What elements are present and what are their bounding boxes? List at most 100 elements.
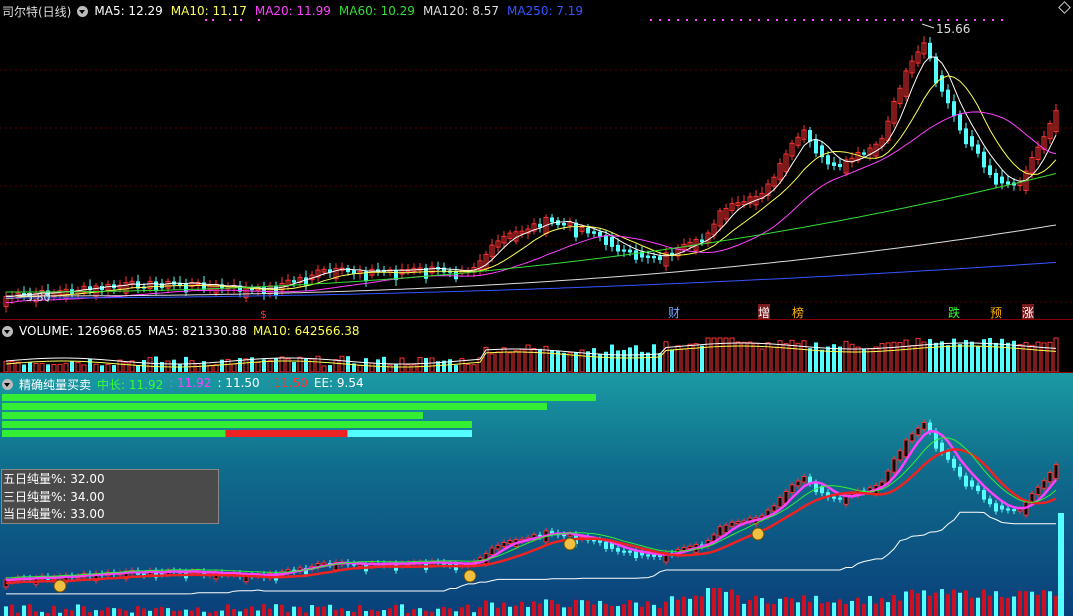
ind-volume-bar <box>484 600 488 616</box>
event-tag-0[interactable]: 财 <box>668 304 681 319</box>
candle-down <box>928 42 932 59</box>
event-tag-2[interactable]: 榜 <box>792 304 805 319</box>
three-day-stat: 三日纯量%: 34.00 <box>3 489 105 504</box>
ind-volume-bar <box>190 610 194 616</box>
event-tag-4[interactable]: 预 <box>990 304 1003 319</box>
ind-volume-bar <box>238 611 242 616</box>
vol-bar-up <box>75 362 81 372</box>
ind-volume-bar <box>994 591 998 616</box>
vol-bar-down <box>328 365 332 372</box>
dot-mark-27 <box>893 19 895 21</box>
ind-candle-up <box>723 524 729 534</box>
ind-candle-up <box>795 480 801 487</box>
ind-volume-bar <box>982 589 986 616</box>
ind-volume-bar <box>634 602 638 616</box>
vol-bar-up <box>495 351 501 372</box>
vol-bar-down <box>976 346 980 372</box>
ind-volume-bar <box>1048 591 1052 616</box>
ind-volume-bar <box>226 604 230 616</box>
vol-bar-down <box>820 349 824 372</box>
ind-volume-bar <box>898 600 902 616</box>
ind-volume-bar <box>196 607 200 616</box>
ind-volume-bar <box>160 606 164 616</box>
vol-bar-up <box>93 363 99 372</box>
price-chart-pane[interactable]: 15.66 5.80 $ 司尔特(日线) MA5: 12.29 MA10: 11.17… <box>0 0 1073 320</box>
ind-volume-bar <box>304 612 308 616</box>
indicator-pane[interactable]: 精确纯量买卖 中长: 11.92: 11.92: 11.50: 11.50 EE:… <box>0 373 1073 616</box>
ind-volume-bar <box>148 610 152 616</box>
ind-volume-bar <box>922 590 926 616</box>
ind-volume-bar <box>826 602 830 616</box>
candle-down <box>586 227 590 234</box>
ind-candle-down <box>994 503 998 512</box>
ind-volume-bar <box>700 596 704 616</box>
dot-mark-15 <box>785 19 787 21</box>
vol-bar-down <box>622 349 626 372</box>
ind-candle-up <box>507 540 513 545</box>
candle-down <box>946 89 950 104</box>
ind-volume-bar <box>250 606 254 616</box>
ind-candle-up <box>1035 486 1041 496</box>
dot-mark-39 <box>1001 19 1003 21</box>
vol-bar-up <box>489 353 495 372</box>
vol-bar-down <box>88 359 92 372</box>
ma-legend: MA5: 12.29 MA10: 11.17 MA20: 11.99 MA60: 10… <box>94 4 583 18</box>
dot-mark-left-0 <box>205 19 207 21</box>
event-tag-5[interactable]: 涨 <box>1022 304 1035 319</box>
volume-pane[interactable]: VOLUME: 126968.65 MA5: 821330.88 MA10: 6… <box>0 320 1073 373</box>
ind-candle-down <box>814 482 818 493</box>
ind-volume-bar <box>574 599 578 616</box>
dot-mark-13 <box>767 19 769 21</box>
ind-volume-bar <box>958 592 962 616</box>
ind-volume-bar <box>670 596 674 616</box>
ind-volume-bar <box>658 607 662 616</box>
ind-candle-up <box>903 439 909 458</box>
event-tag-3[interactable]: 跌 <box>948 304 961 319</box>
green-bar-4 <box>2 421 472 428</box>
dot-mark-0 <box>650 19 652 21</box>
ind-volume-bar <box>778 598 782 616</box>
ind-volume-bar <box>1000 597 1004 616</box>
dot-mark-5 <box>695 19 697 21</box>
candle-down <box>652 255 656 259</box>
ind-volume-bar <box>28 604 32 616</box>
candle-down <box>982 151 986 168</box>
ind-volume-bar <box>286 611 290 616</box>
ind-volume-bar <box>838 599 842 616</box>
vol-bar-down <box>70 361 74 372</box>
ind-volume-bar <box>640 606 644 616</box>
volume-ma10: MA10: 642566.38 <box>252 324 360 338</box>
ind-volume-bar <box>946 594 950 616</box>
vol-bar-up <box>39 363 45 372</box>
green-bar-2 <box>2 403 547 410</box>
dropdown-circle-icon[interactable] <box>2 325 13 337</box>
candle-down <box>952 101 956 117</box>
vol-bar-up <box>759 348 765 372</box>
vol-bar-down <box>184 356 188 372</box>
ind-volume-bar <box>598 600 602 616</box>
event-tag-1[interactable]: 增 <box>758 304 771 319</box>
green-bar-3 <box>2 412 423 419</box>
ind-volume-bar <box>430 611 434 616</box>
candlestick-chart[interactable]: 15.66 5.80 $ <box>0 0 1073 320</box>
ind-candle-down <box>622 550 626 553</box>
dot-mark-1 <box>659 19 661 21</box>
stock-title: 司尔特(日线) <box>2 4 72 19</box>
ind-volume-bar <box>76 604 80 616</box>
dropdown-circle-icon[interactable] <box>77 5 89 17</box>
ind-volume-bar <box>622 604 626 616</box>
dot-mark-7 <box>713 19 715 21</box>
dot-mark-38 <box>992 19 994 21</box>
ind-support-line <box>6 511 1056 595</box>
ind-candle-up <box>771 505 777 512</box>
vol-bar-down <box>670 349 674 372</box>
ind-volume-bar <box>106 607 110 616</box>
vol-bar-down <box>46 364 50 372</box>
ind-volume-bar <box>988 595 992 616</box>
ind-candle-up <box>777 496 783 508</box>
vol-bar-up <box>243 358 249 372</box>
ind-last-bar <box>1058 513 1064 616</box>
dropdown-circle-icon[interactable] <box>2 378 13 390</box>
ma-label-1: MA10: 11.17 <box>170 4 247 18</box>
vol-bar-down <box>700 345 704 372</box>
